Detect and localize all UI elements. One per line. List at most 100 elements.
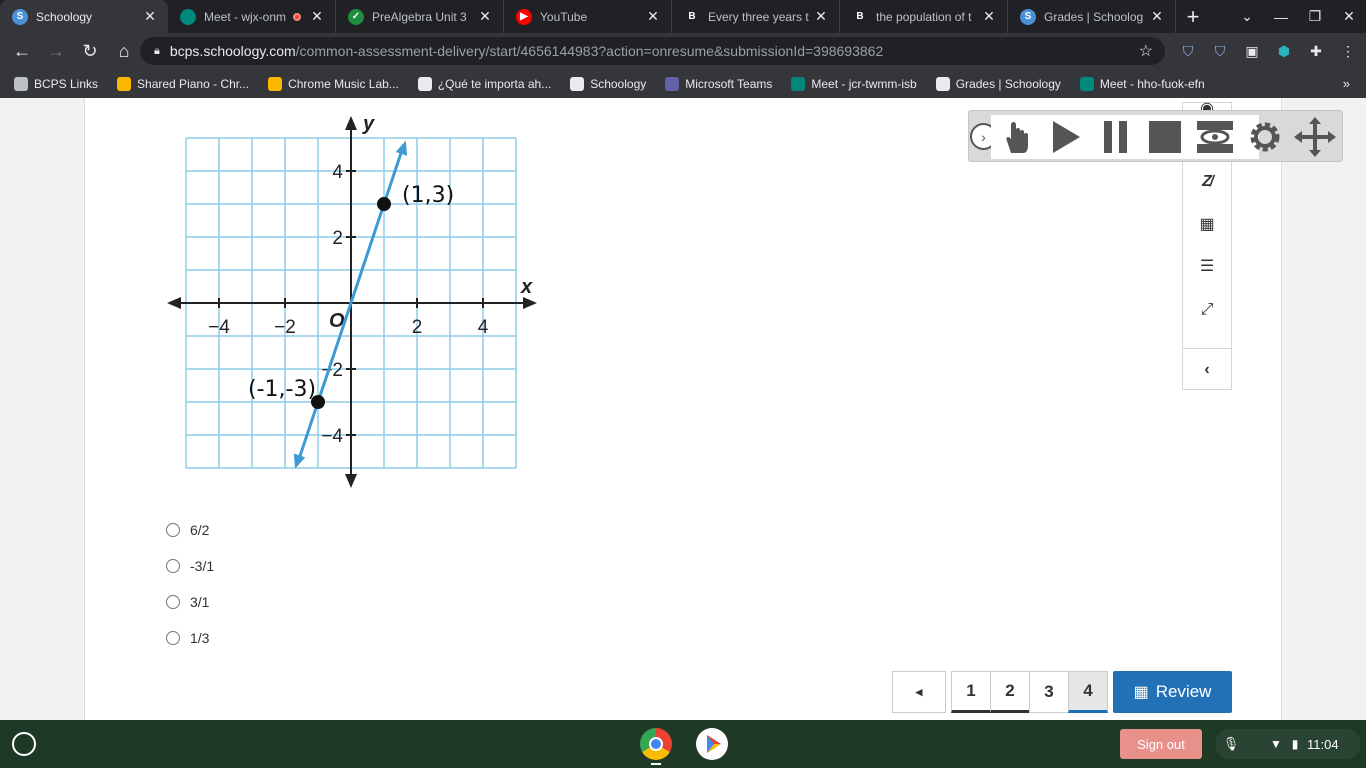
bookmark-item[interactable]: Meet - hho-fuok-efn bbox=[1079, 76, 1205, 91]
coordinate-graph: xyO −4 −2 2 442−2−4 (1,3)(-1,-3) bbox=[167, 113, 537, 488]
close-tab-icon[interactable]: ✕ bbox=[981, 8, 997, 25]
extension-icon[interactable]: ▣ bbox=[1236, 43, 1268, 60]
new-tab-button[interactable]: + bbox=[1176, 0, 1210, 33]
y-tick-label: −4 bbox=[321, 426, 343, 447]
strikethrough-icon[interactable]: Z̸ bbox=[1183, 167, 1231, 197]
minimize-icon[interactable]: — bbox=[1264, 9, 1298, 25]
review-button[interactable]: ▦ Review bbox=[1113, 671, 1232, 713]
text-to-speech-toolbar: › bbox=[968, 110, 1343, 162]
fullscreen-icon[interactable]: ⤢ bbox=[1183, 295, 1231, 325]
pause-icon[interactable] bbox=[1092, 115, 1140, 159]
answer-choice[interactable]: 1/3 bbox=[166, 620, 214, 656]
bookmark-item[interactable]: BCPS Links bbox=[14, 76, 98, 91]
play-store-app-icon[interactable] bbox=[696, 728, 728, 760]
page-button-4[interactable]: 4 bbox=[1068, 671, 1108, 713]
status-tray[interactable]: 🎙︎ ▼ ▮ 11:04 bbox=[1215, 729, 1361, 759]
tab-title: Grades | Schoolog bbox=[1044, 9, 1144, 24]
close-tab-icon[interactable]: ✕ bbox=[645, 8, 661, 25]
bookmark-item[interactable]: Shared Piano - Chr... bbox=[117, 76, 250, 91]
close-tab-icon[interactable]: ✕ bbox=[813, 8, 829, 25]
shield-extension-icon[interactable]: ⛉ bbox=[1204, 43, 1236, 60]
menu-icon[interactable]: ⋮ bbox=[1332, 43, 1364, 60]
browser-tab[interactable]: ✓ PreAlgebra Unit 3 ✕ bbox=[336, 0, 504, 33]
x-tick-label: 2 bbox=[412, 317, 423, 338]
restore-icon[interactable]: ❐ bbox=[1298, 8, 1332, 25]
radio-button[interactable] bbox=[166, 595, 180, 609]
bookmark-star-icon[interactable]: ☆ bbox=[1139, 41, 1153, 61]
chrome-music-lab-icon bbox=[268, 76, 283, 91]
browser-tab[interactable]: Bthe population of t ✕ bbox=[840, 0, 1008, 33]
calculator-icon[interactable]: ▦ bbox=[1183, 209, 1231, 239]
calendar-icon: ▦ bbox=[1133, 684, 1149, 701]
microphone-icon[interactable]: 🎙︎ bbox=[1215, 736, 1247, 752]
puzzle-extensions-icon[interactable]: ✚ bbox=[1300, 43, 1332, 60]
bookmark-label: Shared Piano - Chr... bbox=[137, 76, 250, 91]
graph-line-arrow-down bbox=[293, 453, 306, 469]
tab-title: YouTube bbox=[540, 9, 588, 24]
notepad-icon[interactable]: ☰ bbox=[1183, 251, 1231, 281]
address-bar[interactable]: 🔒︎ bcps.schoology.com /common-assessment… bbox=[140, 37, 1165, 65]
screen-mask-icon[interactable] bbox=[1191, 115, 1239, 159]
shield-extension-icon[interactable]: ⛉ bbox=[1172, 43, 1204, 60]
radio-button[interactable] bbox=[166, 559, 180, 573]
reload-icon[interactable]: ↻ bbox=[74, 35, 106, 67]
bookmark-item[interactable]: Meet - jcr-twmm-isb bbox=[791, 76, 917, 91]
answer-choice[interactable]: 3/1 bbox=[166, 584, 214, 620]
click-to-speak-icon[interactable] bbox=[992, 115, 1040, 159]
bookmark-item[interactable]: Grades | Schoology bbox=[935, 76, 1061, 91]
data-point bbox=[377, 197, 391, 211]
close-tab-icon[interactable]: ✕ bbox=[309, 8, 325, 25]
browser-tab[interactable]: S Grades | Schoolog ✕ bbox=[1008, 0, 1176, 33]
bookmark-label: Microsoft Teams bbox=[685, 76, 773, 91]
bookmark-label: ¿Qué te importa ah... bbox=[437, 76, 552, 91]
bookmark-item[interactable]: Schoology bbox=[570, 76, 646, 91]
y-axis-label: y bbox=[362, 113, 375, 135]
answer-choice[interactable]: 6/2 bbox=[166, 512, 214, 548]
previous-page-button[interactable]: ◂ bbox=[892, 671, 946, 713]
choice-label: 6/2 bbox=[190, 522, 210, 538]
bookmarks-overflow-button[interactable]: » bbox=[1343, 76, 1350, 91]
brainly-icon: B bbox=[852, 8, 868, 25]
point-label: (1,3) bbox=[402, 183, 454, 208]
launcher-icon[interactable] bbox=[12, 732, 36, 756]
graph-line-arrow-up bbox=[395, 140, 408, 156]
extension-icon[interactable]: ⬢ bbox=[1268, 43, 1300, 60]
back-icon[interactable]: ← bbox=[6, 35, 38, 67]
y-tick-label: 4 bbox=[332, 162, 343, 183]
chrome-app-icon[interactable] bbox=[640, 728, 672, 760]
choice-label: 3/1 bbox=[190, 594, 210, 610]
settings-gear-icon[interactable] bbox=[1241, 115, 1289, 159]
play-icon[interactable] bbox=[1042, 115, 1090, 159]
stop-icon[interactable] bbox=[1141, 115, 1189, 159]
y-tick-label: 2 bbox=[332, 228, 343, 249]
page-button-2[interactable]: 2 bbox=[990, 671, 1030, 713]
page-button-1[interactable]: 1 bbox=[951, 671, 991, 713]
browser-tab[interactable]: S Schoology ✕ bbox=[0, 0, 168, 33]
sign-out-button[interactable]: Sign out bbox=[1120, 729, 1202, 759]
bookmark-label: Meet - hho-fuok-efn bbox=[1099, 76, 1205, 91]
forward-icon[interactable]: → bbox=[40, 35, 72, 67]
page-button-3[interactable]: 3 bbox=[1029, 671, 1069, 713]
browser-tab[interactable]: B Every three years t ✕ bbox=[672, 0, 840, 33]
y-axis-arrow-down bbox=[345, 474, 357, 488]
collapse-panel-icon[interactable]: ‹ bbox=[1183, 355, 1231, 385]
bookmark-item[interactable]: Microsoft Teams bbox=[665, 76, 773, 91]
os-shelf: Sign out 🎙︎ ▼ ▮ 11:04 bbox=[0, 720, 1366, 768]
browser-tab[interactable]: ▶ YouTube ✕ bbox=[504, 0, 672, 33]
tab-search-icon[interactable]: ⌄ bbox=[1230, 8, 1264, 25]
browser-tab[interactable]: Meet - wjx-onm ✕ bbox=[168, 0, 336, 33]
home-icon[interactable]: ⌂ bbox=[108, 35, 140, 67]
close-window-icon[interactable]: ✕ bbox=[1332, 8, 1366, 25]
answer-choice[interactable]: -3/1 bbox=[166, 548, 214, 584]
close-tab-icon[interactable]: ✕ bbox=[1149, 8, 1165, 25]
bookmark-item[interactable]: ¿Qué te importa ah... bbox=[417, 76, 552, 91]
close-tab-icon[interactable]: ✕ bbox=[477, 8, 493, 25]
close-tab-icon[interactable]: ✕ bbox=[142, 8, 158, 25]
move-icon[interactable] bbox=[1291, 115, 1339, 159]
radio-button[interactable] bbox=[166, 631, 180, 645]
battery-icon: ▮ bbox=[1291, 737, 1299, 751]
bookmark-item[interactable]: Chrome Music Lab... bbox=[268, 76, 399, 91]
x-tick-label: −4 bbox=[208, 317, 230, 338]
schoology-icon bbox=[417, 76, 432, 91]
radio-button[interactable] bbox=[166, 523, 180, 537]
